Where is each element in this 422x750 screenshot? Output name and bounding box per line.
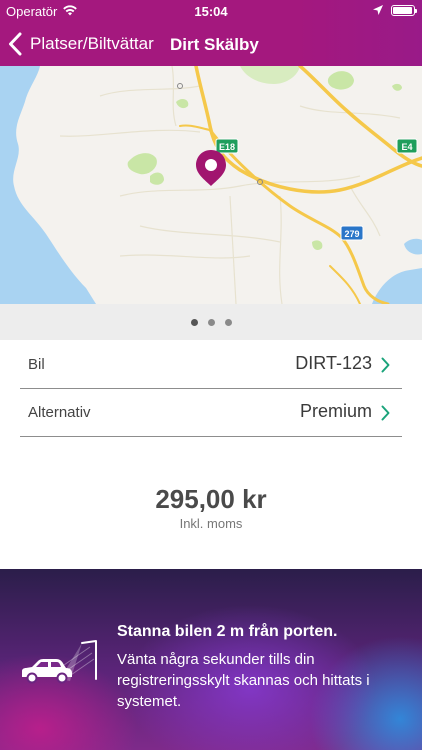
battery-icon (391, 5, 417, 16)
price-vat-note: Inkl. moms (179, 516, 243, 531)
park-shape (150, 172, 164, 185)
price-amount: 295,00 kr (155, 484, 267, 514)
page-title: Dirt Skälby (170, 35, 259, 54)
car-scanner-icon (22, 640, 97, 684)
back-button-label: Platser/Biltvättar (30, 34, 154, 53)
road-label: E18 (219, 142, 235, 152)
map-view[interactable]: E18 E4 279 (0, 66, 422, 304)
option-row-value: Premium (299, 401, 372, 421)
road-sign-279: 279 (340, 225, 364, 241)
status-bar: Operatör 15:04 (0, 0, 422, 22)
map-canvas: E18 E4 279 (0, 66, 422, 304)
instruction-title: Stanna bilen 2 m från porten. (117, 623, 338, 640)
car-row[interactable]: Bil DIRT-123 (20, 341, 402, 389)
car-row-value: DIRT-123 (295, 353, 372, 373)
road-sign-e4: E4 (396, 138, 418, 154)
chevron-right-icon (381, 405, 390, 421)
road-sign-e18: E18 (215, 138, 239, 154)
option-row[interactable]: Alternativ Premium (20, 389, 402, 437)
page-dot[interactable] (207, 318, 215, 326)
clock: 15:04 (194, 4, 228, 19)
back-button[interactable]: Platser/Biltvättar (8, 28, 154, 60)
instruction-banner: Stanna bilen 2 m från porten. Vänta någr… (0, 569, 422, 750)
page-dot[interactable] (190, 318, 198, 326)
road-label: E4 (401, 142, 412, 152)
road-label: 279 (344, 229, 359, 239)
instruction-text: Vänta några sekunder tills din registrer… (117, 651, 370, 710)
page-dot[interactable] (224, 318, 232, 326)
page-indicator[interactable] (0, 304, 422, 340)
option-row-label: Alternativ (28, 404, 91, 421)
navigation-bar: Platser/Biltvättar Dirt Skälby (0, 22, 422, 66)
chevron-right-icon (381, 357, 390, 373)
location-arrow-icon (373, 5, 383, 15)
car-row-label: Bil (28, 356, 45, 373)
app-header: Operatör 15:04 Platser/Biltvättar Dirt S… (0, 0, 422, 66)
chevron-left-icon (9, 32, 22, 56)
